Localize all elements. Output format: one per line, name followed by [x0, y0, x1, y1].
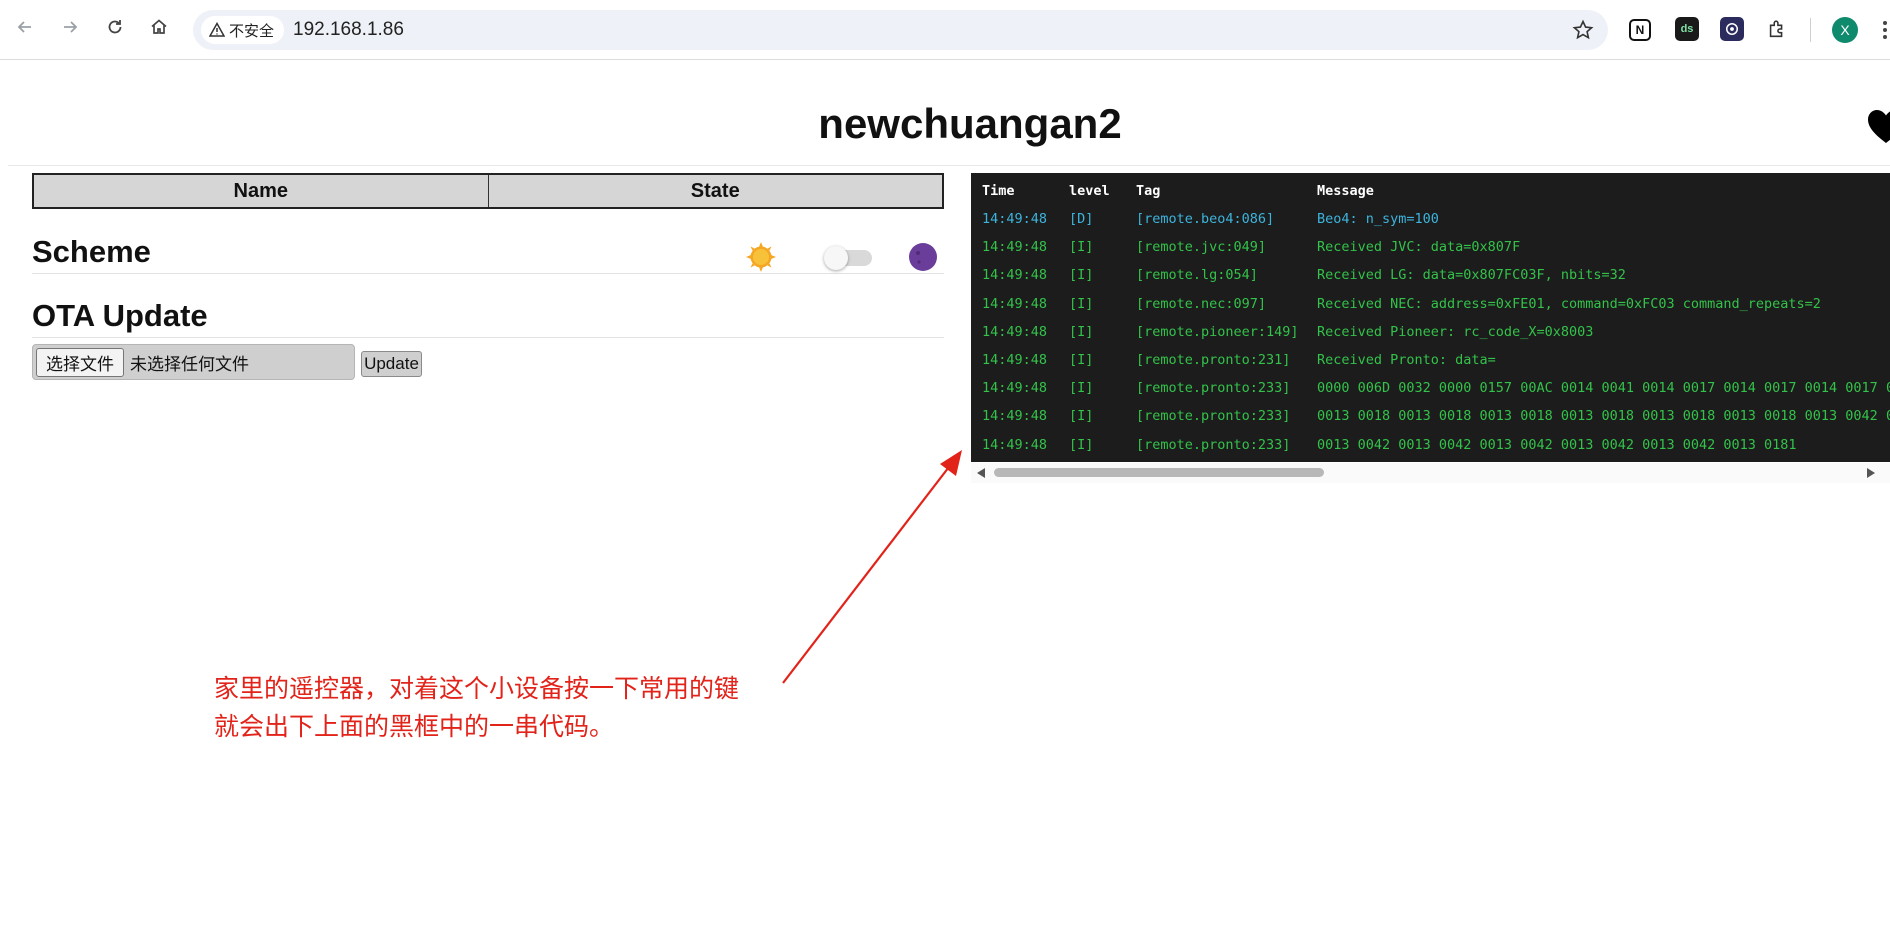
puzzle-icon[interactable] — [1765, 17, 1789, 41]
log-time: 14:49:48 — [982, 323, 1048, 340]
bookmark-star-icon[interactable] — [1572, 19, 1594, 41]
log-time: 14:49:48 — [982, 380, 1048, 397]
column-header-state: State — [487, 175, 943, 207]
moon-icon[interactable] — [907, 241, 939, 273]
forward-button[interactable] — [55, 12, 85, 42]
log-tag: [remote.pronto:233] — [1136, 436, 1291, 453]
reload-icon — [108, 20, 122, 34]
log-tag: [remote.beo4:086] — [1136, 211, 1275, 227]
arrow-left-icon — [17, 21, 31, 33]
scheme-heading: Scheme — [32, 234, 944, 274]
log-message: 0000 006D 0032 0000 0157 00AC 0014 0041 … — [1317, 380, 1890, 397]
security-indicator[interactable]: 不安全 — [201, 16, 285, 44]
reload-button[interactable] — [100, 12, 130, 42]
choose-file-button[interactable]: 选择文件 — [36, 347, 124, 377]
log-header-time: Time — [982, 183, 1015, 199]
annotation-text: 家里的遥控器，对着这个小设备按一下常用的键 就会出下上面的黑框中的一串代码。 — [214, 670, 774, 746]
log-time: 14:49:48 — [982, 352, 1048, 368]
log-tag: [remote.pronto:231] — [1136, 352, 1291, 368]
log-level: [I] — [1069, 295, 1094, 312]
log-message: Received NEC: address=0xFE01, command=0x… — [1317, 295, 1821, 312]
arrow-right-icon — [64, 21, 78, 33]
state-table-header: Name State — [32, 173, 944, 209]
home-icon — [151, 19, 167, 34]
toggle-knob[interactable] — [824, 246, 848, 270]
log-horizontal-scrollbar[interactable] — [971, 463, 1890, 483]
log-message: Received Pioneer: rc_code_X=0x8003 — [1317, 323, 1594, 340]
log-level: [I] — [1069, 239, 1094, 256]
scrollbar-thumb[interactable] — [994, 468, 1324, 477]
log-tag: [remote.lg:054] — [1136, 267, 1258, 284]
log-tag: [remote.pronto:233] — [1136, 408, 1291, 425]
log-message: 0013 0018 0013 0018 0013 0018 0013 0018 … — [1317, 408, 1890, 425]
log-header-tag: Tag — [1136, 183, 1161, 199]
home-button[interactable] — [144, 12, 174, 42]
ota-update-heading: OTA Update — [32, 298, 944, 338]
theme-toggle[interactable] — [824, 246, 872, 270]
update-button[interactable]: Update — [361, 351, 422, 377]
log-message: Received LG: data=0x807FC03F, nbits=32 — [1317, 267, 1626, 284]
log-level: [D] — [1069, 211, 1094, 227]
back-button[interactable] — [10, 12, 40, 42]
security-label: 不安全 — [229, 22, 275, 40]
log-message: Received JVC: data=0x807F — [1317, 239, 1521, 256]
log-tag: [remote.pronto:233] — [1136, 380, 1291, 397]
log-level: [I] — [1069, 267, 1094, 284]
log-time: 14:49:48 — [982, 436, 1048, 453]
log-console[interactable]: Time level Tag Message 14:49:48 [D] [remot… — [971, 173, 1890, 462]
log-level: [I] — [1069, 408, 1094, 425]
annotation-line-1: 家里的遥控器，对着这个小设备按一下常用的键 — [214, 675, 740, 703]
log-level: [I] — [1069, 436, 1094, 453]
log-message: Beo4: n_sym=100 — [1317, 211, 1439, 227]
warning-icon — [209, 22, 225, 37]
log-tag: [remote.pioneer:149] — [1136, 323, 1299, 340]
log-message: Received Pronto: data= — [1317, 352, 1496, 368]
page-title: newchuangan2 — [818, 100, 1122, 147]
log-time: 14:49:48 — [982, 295, 1048, 312]
sun-icon[interactable] — [745, 241, 777, 273]
log-tag: [remote.nec:097] — [1136, 295, 1267, 312]
annotation-arrow-icon — [782, 450, 962, 684]
scroll-right-arrow-icon[interactable] — [1867, 468, 1875, 478]
log-level: [I] — [1069, 380, 1094, 397]
obs-icon[interactable] — [1720, 17, 1744, 41]
log-tag: [remote.jvc:049] — [1136, 239, 1267, 256]
log-header-message: Message — [1317, 183, 1374, 199]
title-divider — [8, 165, 1890, 166]
ds-icon[interactable]: ds — [1675, 17, 1699, 41]
scroll-left-arrow-icon[interactable] — [977, 468, 985, 478]
annotation-line-2: 就会出下上面的黑框中的一串代码。 — [214, 713, 615, 741]
log-header-level: level — [1069, 183, 1110, 199]
log-time: 14:49:48 — [982, 408, 1048, 425]
column-header-name: Name — [233, 179, 288, 202]
address-bar[interactable]: 不安全 192.168.1.86 — [193, 10, 1608, 50]
log-level: [I] — [1069, 352, 1094, 368]
log-time: 14:49:48 — [982, 267, 1048, 284]
profile-avatar[interactable]: X — [1832, 17, 1858, 43]
record-icon — [1726, 23, 1738, 35]
more-menu-icon[interactable] — [1880, 18, 1890, 42]
notion-icon[interactable]: N — [1629, 19, 1651, 41]
log-time: 14:49:48 — [982, 211, 1048, 227]
log-level: [I] — [1069, 323, 1094, 340]
heart-icon — [1868, 110, 1890, 143]
no-file-chosen-label: 未选择任何文件 — [130, 354, 249, 374]
browser-toolbar: 不安全 192.168.1.86 N ds X — [0, 0, 1890, 60]
log-message: 0013 0042 0013 0042 0013 0042 0013 0042 … — [1317, 436, 1797, 453]
toolbar-separator — [1810, 18, 1811, 42]
firmware-file-input[interactable]: 选择文件 未选择任何文件 — [32, 344, 355, 380]
log-time: 14:49:48 — [982, 239, 1048, 256]
url-text[interactable]: 192.168.1.86 — [293, 19, 404, 41]
